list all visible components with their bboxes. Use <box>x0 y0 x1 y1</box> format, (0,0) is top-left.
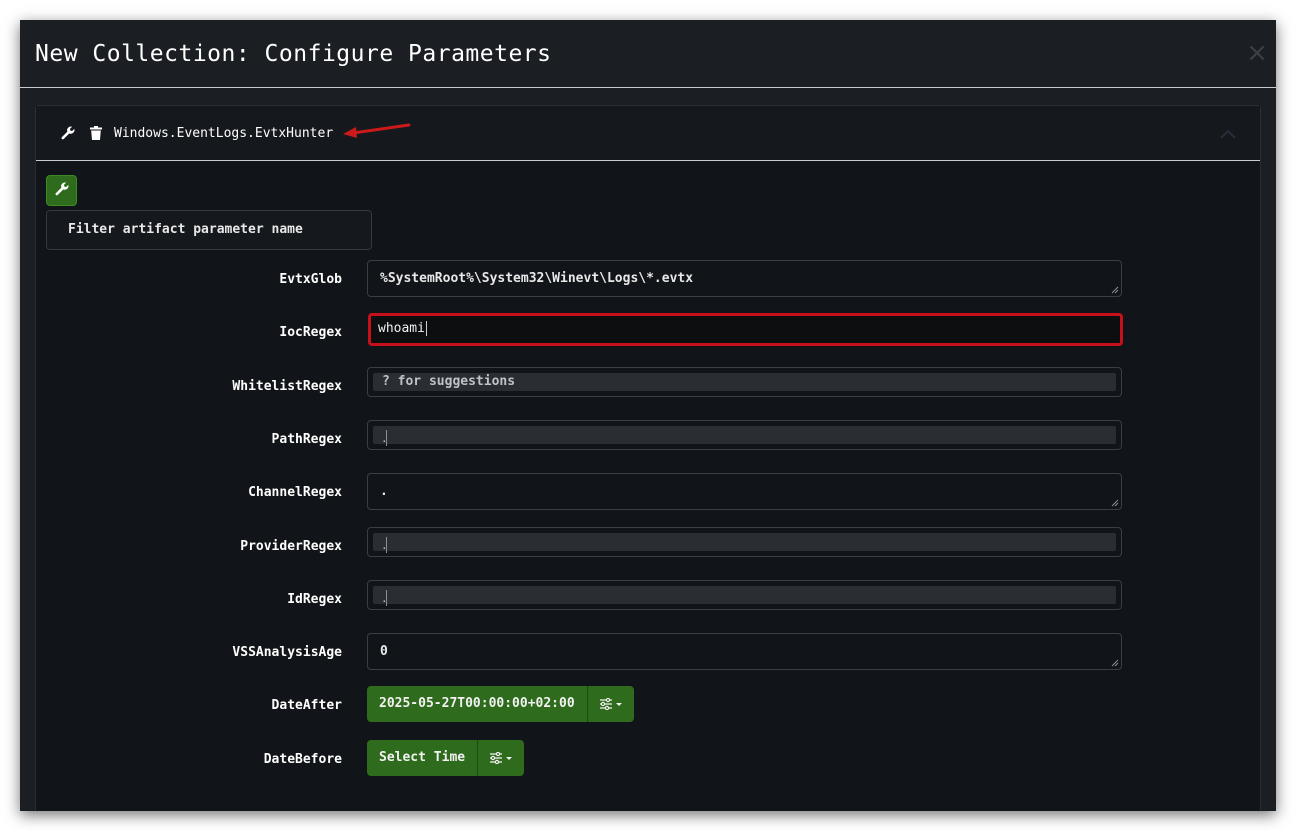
field-value: 0 <box>380 644 388 659</box>
idregex-field[interactable]: . <box>367 580 1122 610</box>
sliders-icon <box>490 752 513 764</box>
modal-title: New Collection: Configure Parameters <box>35 40 552 67</box>
close-button[interactable]: × <box>1246 40 1268 66</box>
chevron-up-icon[interactable] <box>1220 125 1236 144</box>
resize-grip-icon[interactable] <box>1111 659 1119 667</box>
param-label: VSSAnalysisAge <box>232 645 342 660</box>
vssanalysisage-field[interactable]: 0 <box>367 633 1122 670</box>
trash-icon[interactable] <box>88 125 104 141</box>
param-row-vssanalysisage: VSSAnalysisAge 0 <box>36 633 1260 671</box>
param-row-datebefore: DateBefore Select Time <box>36 740 1260 778</box>
param-label: WhitelistRegex <box>232 379 342 394</box>
editor-area[interactable]: ? for suggestions <box>373 373 1116 391</box>
filter-parameter-input[interactable]: Filter artifact parameter name <box>46 210 372 250</box>
text-caret <box>386 590 387 606</box>
sliders-icon <box>599 698 622 710</box>
param-row-channelregex: ChannelRegex . <box>36 473 1260 511</box>
field-value: %SystemRoot%\System32\Winevt\Logs\*.evtx <box>380 271 694 286</box>
param-row-evtxglob: EvtxGlob %SystemRoot%\System32\Winevt\Lo… <box>36 260 1260 298</box>
param-label: DateBefore <box>263 752 342 767</box>
param-row-providerregex: ProviderRegex . <box>36 527 1260 565</box>
param-row-dateafter: DateAfter 2025-05-27T00:00:00+02:00 <box>36 686 1260 724</box>
field-value: whoami <box>378 321 425 336</box>
pathregex-field[interactable]: . <box>367 420 1122 450</box>
param-label: DateAfter <box>271 698 342 713</box>
whitelistregex-field[interactable]: ? for suggestions <box>367 367 1122 397</box>
param-row-whitelistregex: WhitelistRegex ? for suggestions <box>36 367 1260 405</box>
param-label: IdRegex <box>287 592 342 607</box>
text-caret <box>386 430 387 446</box>
artifact-name: Windows.EventLogs.EvtxHunter <box>114 125 334 141</box>
wrench-icon <box>55 181 69 200</box>
artifact-card-header[interactable]: Windows.EventLogs.EvtxHunter <box>36 106 1260 161</box>
channelregex-field[interactable]: . <box>367 473 1122 510</box>
wrench-icon[interactable] <box>60 125 76 141</box>
param-label: ProviderRegex <box>240 539 342 554</box>
providerregex-field[interactable]: . <box>367 527 1122 557</box>
modal-header: New Collection: Configure Parameters × <box>20 20 1276 88</box>
param-label: IocRegex <box>279 325 342 340</box>
field-placeholder: ? for suggestions <box>382 374 516 389</box>
datebefore-options-button[interactable] <box>478 740 525 776</box>
editor-area[interactable]: . <box>373 533 1116 553</box>
field-value: . <box>380 484 388 499</box>
artifact-card: Windows.EventLogs.EvtxHunter Filter arti… <box>35 105 1261 811</box>
datebefore-value-button[interactable]: Select Time <box>367 740 479 776</box>
dateafter-options-button[interactable] <box>587 686 634 722</box>
text-caret <box>425 321 427 336</box>
editor-area[interactable]: . <box>373 586 1116 606</box>
datebefore-picker: Select Time <box>367 740 525 776</box>
iocregex-field[interactable]: whoami <box>368 313 1123 346</box>
param-label: PathRegex <box>271 432 342 447</box>
resize-grip-icon[interactable] <box>1111 286 1119 294</box>
configure-button[interactable] <box>46 175 77 206</box>
param-row-iocregex: IocRegex whoami <box>36 313 1260 351</box>
param-row-pathregex: PathRegex . <box>36 420 1260 458</box>
dateafter-value-button[interactable]: 2025-05-27T00:00:00+02:00 <box>367 686 588 722</box>
param-row-idregex: IdRegex . <box>36 580 1260 618</box>
text-caret <box>386 537 387 553</box>
red-arrow-annotation <box>341 123 411 143</box>
new-collection-modal: New Collection: Configure Parameters × W… <box>20 20 1276 811</box>
param-label: ChannelRegex <box>248 485 342 500</box>
editor-area[interactable]: . <box>373 426 1116 446</box>
param-label: EvtxGlob <box>279 272 342 287</box>
evtxglob-field[interactable]: %SystemRoot%\System32\Winevt\Logs\*.evtx <box>367 260 1122 297</box>
resize-grip-icon[interactable] <box>1111 499 1119 507</box>
dateafter-picker: 2025-05-27T00:00:00+02:00 <box>367 686 634 722</box>
